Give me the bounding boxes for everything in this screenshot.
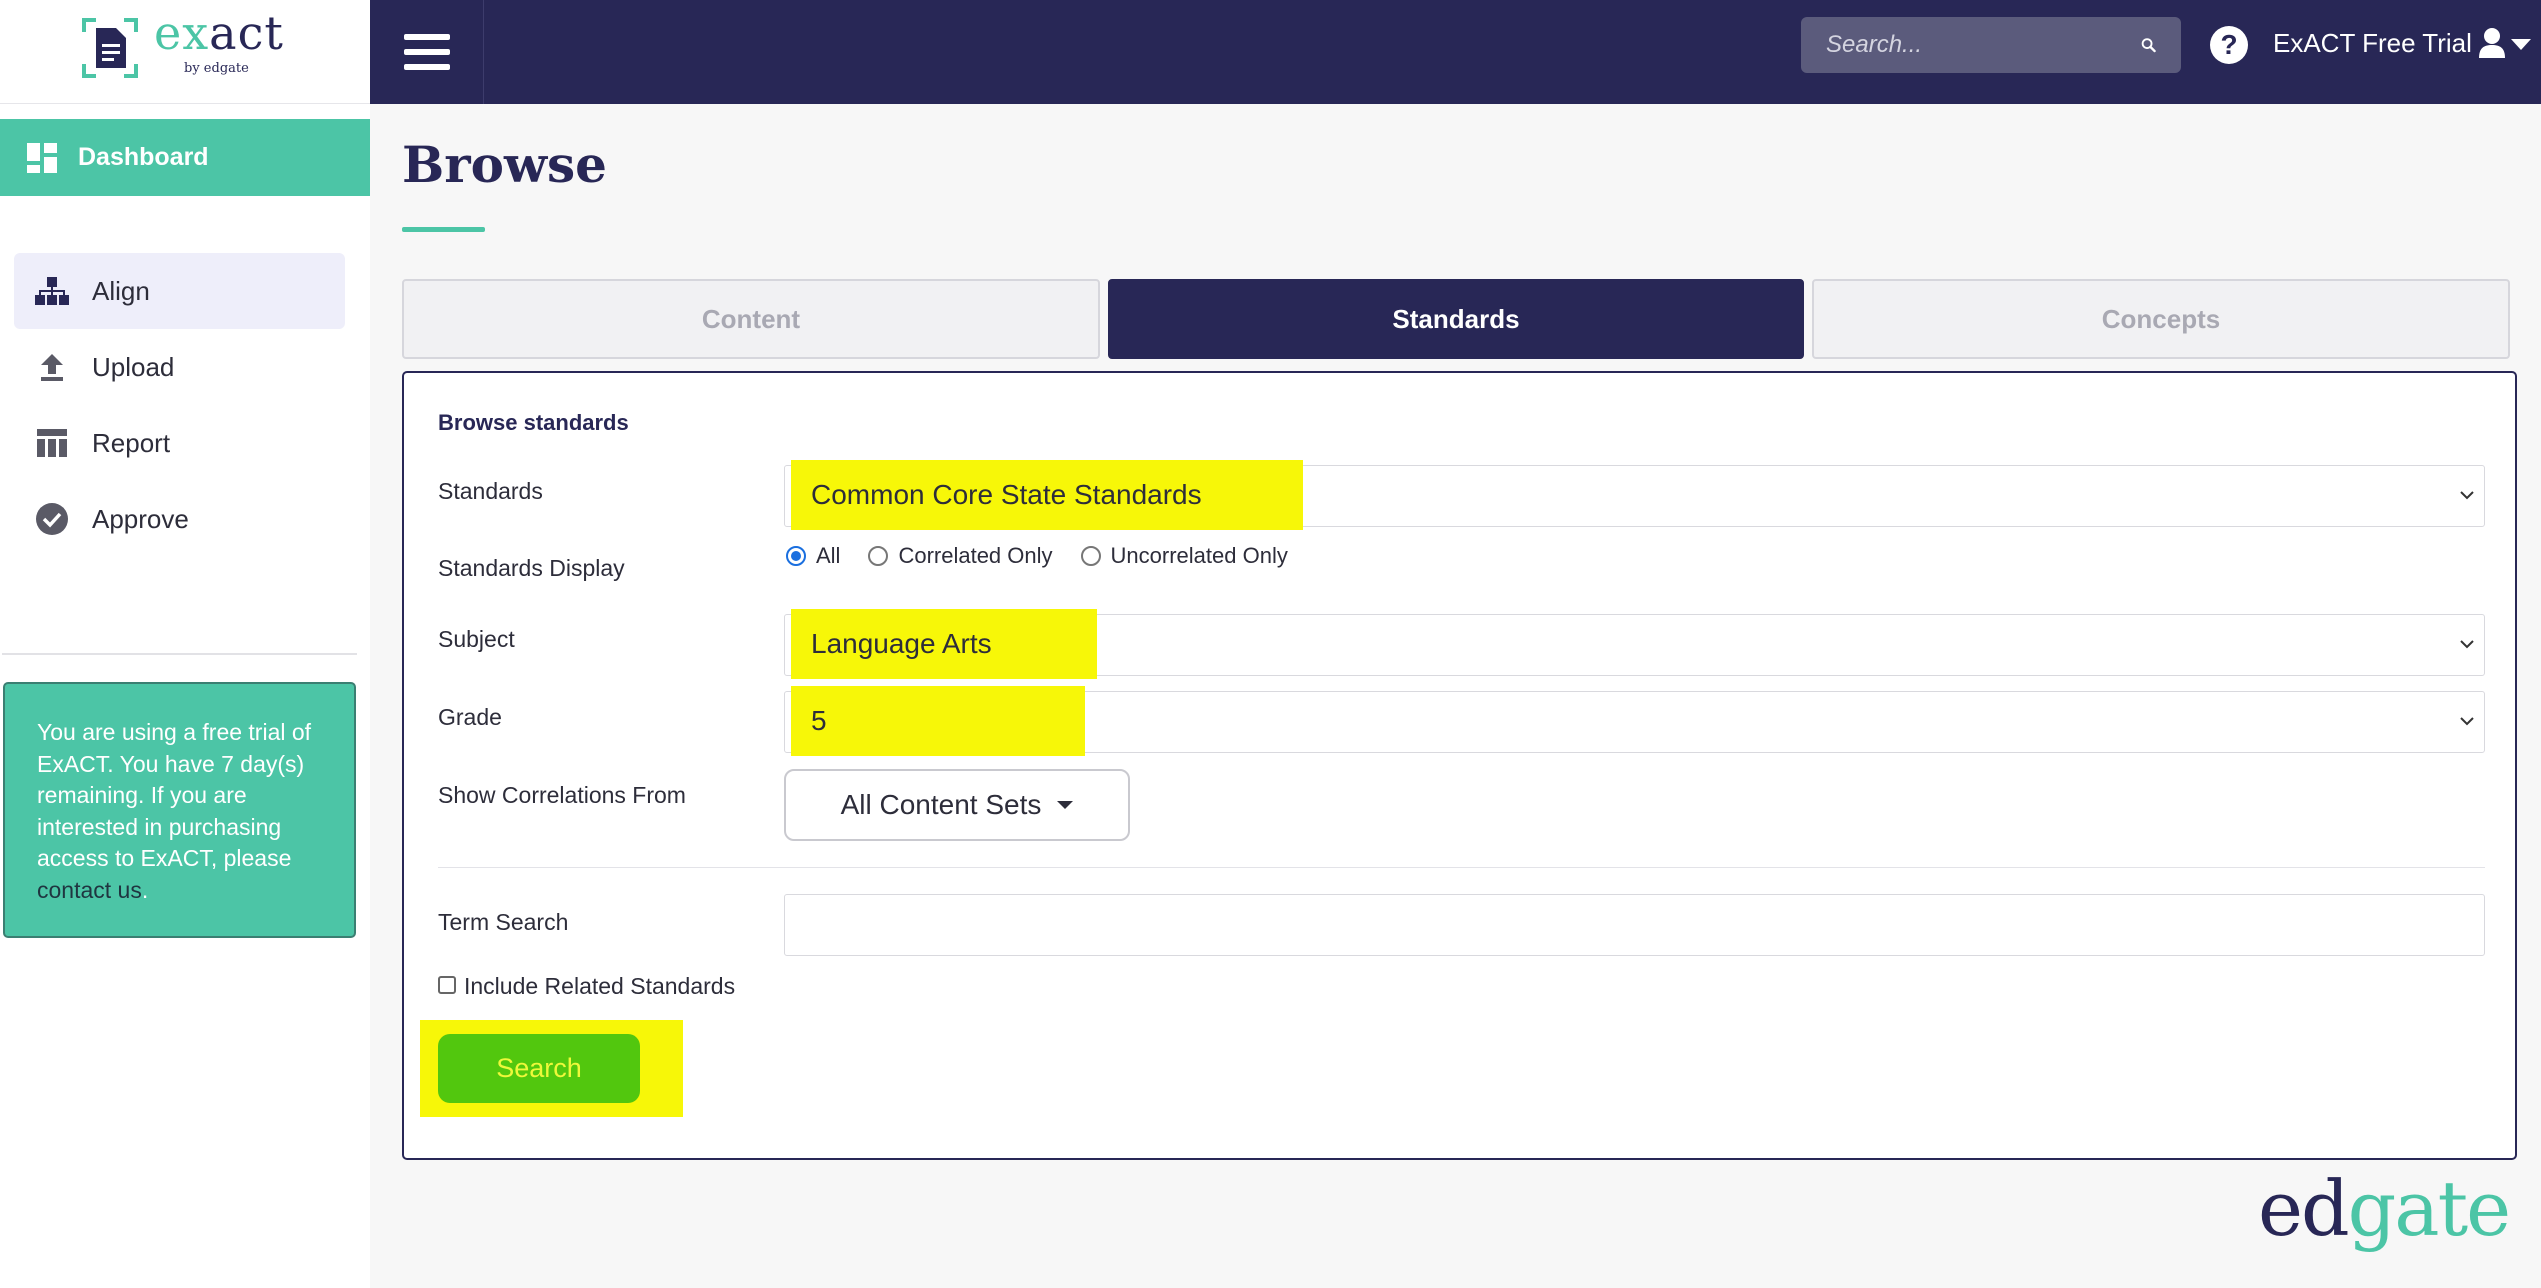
search-input[interactable] (1826, 31, 2141, 59)
sidebar-item-label: Dashboard (78, 143, 209, 171)
global-search (1801, 17, 2181, 73)
sidebar-item-upload[interactable]: Upload (14, 329, 345, 405)
sidebar-item-label: Upload (92, 351, 175, 382)
sidebar-divider (0, 103, 370, 104)
term-search-input[interactable] (784, 894, 2485, 956)
user-icon[interactable] (2478, 27, 2506, 59)
radio-correlated-only[interactable] (868, 546, 889, 566)
logo-subtitle: by edgate (184, 61, 249, 76)
sidebar-item-label: Align (92, 275, 150, 306)
subject-label: Subject (438, 626, 515, 652)
standards-label: Standards (438, 478, 543, 504)
chevron-down-icon (2460, 491, 2474, 500)
chevron-down-icon (2460, 640, 2474, 649)
tab-concepts[interactable]: Concepts (1812, 279, 2510, 359)
radio-label: All (816, 543, 841, 568)
sidebar-item-report[interactable]: Report (14, 405, 345, 481)
content-sets-dropdown[interactable]: All Content Sets (784, 769, 1130, 841)
chevron-down-icon[interactable] (2511, 39, 2531, 50)
sidebar-item-approve[interactable]: Approve (14, 481, 345, 557)
trial-text-end: . (141, 876, 149, 903)
trial-notice: You are using a free trial of ExACT. You… (3, 682, 356, 938)
tab-standards[interactable]: Standards (1108, 279, 1804, 359)
edgate-logo: edgate (2258, 1164, 2511, 1253)
exact-logo[interactable]: exact by edgate (80, 6, 290, 82)
sidebar-item-label: Approve (92, 503, 189, 534)
panel-heading: Browse standards (438, 410, 629, 435)
search-button[interactable]: Search (438, 1034, 640, 1103)
show-correlations-label: Show Correlations From (438, 782, 686, 808)
grade-label: Grade (438, 704, 502, 730)
sidebar-item-label: Report (92, 427, 171, 458)
radio-all[interactable] (786, 546, 806, 566)
grade-select-value: 5 (811, 705, 827, 736)
hamburger-menu-icon[interactable] (370, 0, 484, 104)
align-icon (32, 276, 72, 306)
page-title: Browse (402, 135, 607, 194)
trial-text: You are using a free trial of ExACT. You… (37, 719, 312, 871)
help-icon[interactable]: ? (2210, 26, 2248, 64)
subject-select-value: Language Arts (811, 628, 992, 659)
title-underline (402, 227, 485, 232)
report-icon (32, 428, 72, 458)
logo-wordmark: exact (154, 6, 284, 60)
dropdown-label: All Content Sets (840, 789, 1042, 820)
subject-select[interactable]: Language Arts (784, 609, 2485, 679)
browse-standards-panel: Browse standards Standards Common Core S… (402, 371, 2517, 1160)
search-icon[interactable] (2141, 29, 2156, 61)
caret-down-icon (1057, 801, 1074, 809)
include-related-label: Include Related Standards (464, 973, 736, 999)
chevron-down-icon (2460, 717, 2474, 726)
highlight (791, 686, 1085, 756)
user-name[interactable]: ExACT Free Trial (2273, 28, 2472, 59)
grade-select[interactable]: 5 (784, 686, 2485, 756)
contact-us-link[interactable]: contact us (37, 877, 142, 903)
include-related-checkbox[interactable] (438, 976, 456, 994)
sidebar-divider (2, 653, 357, 655)
sidebar: exact by edgate Dashboard Align Upload R… (0, 0, 370, 1288)
dashboard-icon (26, 142, 58, 174)
radio-label: Uncorrelated Only (1110, 543, 1288, 568)
standards-select[interactable]: Common Core State Standards (784, 460, 2485, 530)
sidebar-item-align[interactable]: Align (14, 253, 345, 329)
standards-display-options: All Correlated Only Uncorrelated Only (786, 543, 1316, 569)
sidebar-item-dashboard[interactable]: Dashboard (0, 119, 370, 196)
tab-content[interactable]: Content (402, 279, 1100, 359)
top-navbar: ? ExACT Free Trial (370, 0, 2541, 104)
radio-label: Correlated Only (898, 543, 1053, 568)
standards-display-label: Standards Display (438, 555, 625, 581)
term-search-label: Term Search (438, 909, 569, 935)
form-divider (438, 867, 2485, 868)
approve-icon (32, 502, 72, 536)
radio-uncorrelated-only[interactable] (1080, 546, 1101, 566)
standards-select-value: Common Core State Standards (811, 479, 1202, 510)
upload-icon (32, 352, 72, 382)
document-icon (82, 18, 138, 78)
